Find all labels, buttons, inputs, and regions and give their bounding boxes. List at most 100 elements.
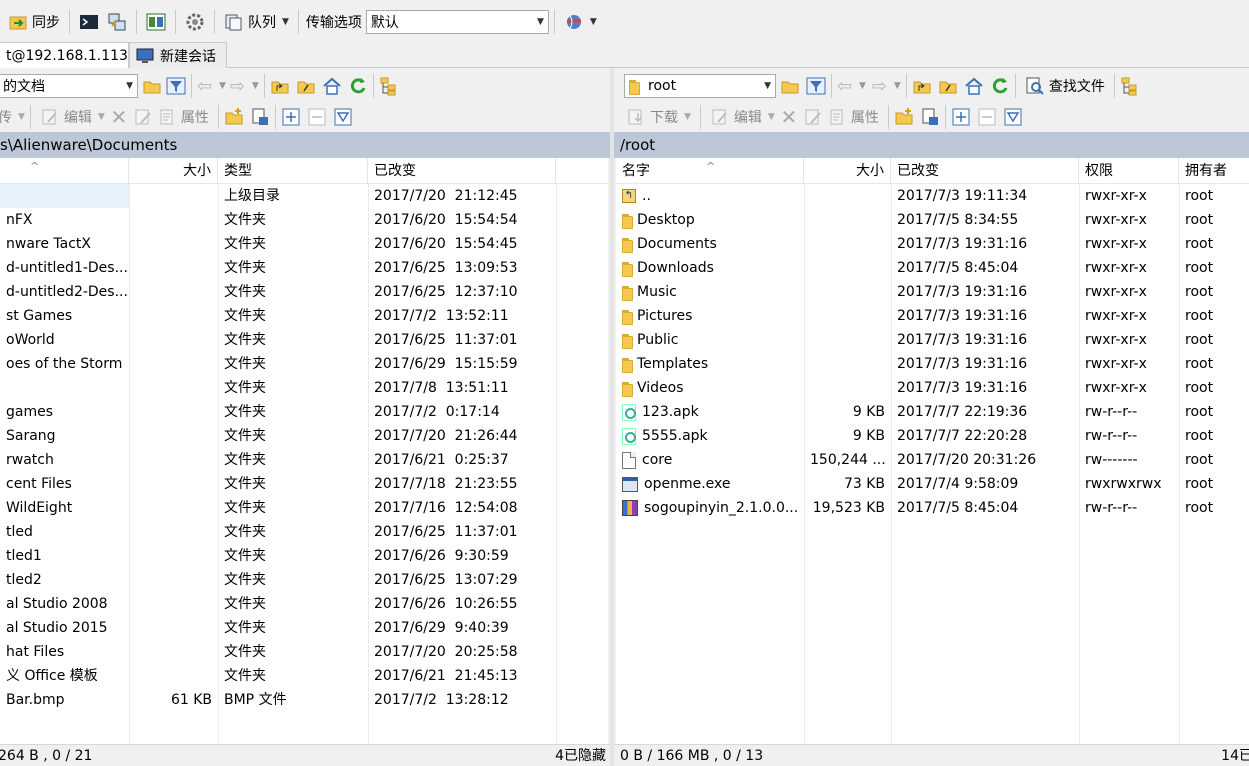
table-row[interactable]: hat Files 文件夹 2017/7/20 20:25:58 <box>0 640 608 664</box>
tab-session[interactable]: t@192.168.1.113 <box>0 42 129 68</box>
chevron-down-icon[interactable]: ▼ <box>282 17 289 27</box>
transfer-options-select[interactable]: 默认 ▼ <box>365 10 549 34</box>
table-row[interactable]: Documents 2017/7/3 19:31:16 rwxr-xr-x root <box>616 232 1249 256</box>
column-header-size[interactable]: 大小 <box>129 158 218 184</box>
rename-icon[interactable] <box>133 107 153 127</box>
upload-label[interactable]: 传 <box>0 107 12 127</box>
new-folder-icon[interactable] <box>224 107 244 127</box>
local-file-list[interactable]: ^ 大小 类型 已改变 上级目录 2017/7/20 21:12:45 nFX 文件夹… <box>0 158 608 744</box>
filter-select-icon[interactable] <box>1003 107 1023 127</box>
table-row[interactable]: Desktop 2017/7/5 8:34:55 rwxr-xr-x root <box>616 208 1249 232</box>
unselect-icon[interactable] <box>977 107 997 127</box>
table-row[interactable]: tled 文件夹 2017/6/25 11:37:01 <box>0 520 608 544</box>
column-header-type[interactable]: 类型 <box>218 158 368 184</box>
rename-icon[interactable] <box>803 107 823 127</box>
select-all-icon[interactable] <box>281 107 301 127</box>
column-header-name[interactable]: ^ <box>0 158 129 184</box>
chevron-down-icon[interactable]: ▼ <box>590 17 597 27</box>
table-row[interactable]: Videos 2017/7/3 19:31:16 rwxr-xr-x root <box>616 376 1249 400</box>
new-folder-icon[interactable] <box>894 107 914 127</box>
delete-icon[interactable]: ✕ <box>109 107 129 127</box>
table-row[interactable]: nware TactX 文件夹 2017/6/20 15:54:45 <box>0 232 608 256</box>
refresh-icon[interactable] <box>990 76 1010 96</box>
chevron-down-icon[interactable]: ▼ <box>252 81 259 91</box>
putty-button[interactable] <box>103 7 131 37</box>
refresh-icon[interactable] <box>348 76 368 96</box>
remote-status-hidden[interactable]: 14已 <box>1221 745 1249 766</box>
compare-button[interactable] <box>142 7 170 37</box>
local-status-hidden[interactable]: 4已隐藏 <box>555 745 606 766</box>
tab-new-session[interactable]: 新建会话 <box>129 42 227 68</box>
open-folder-icon[interactable] <box>142 76 162 96</box>
forward-arrow-icon[interactable]: ⇨ <box>230 76 250 97</box>
table-row[interactable]: WildEight 文件夹 2017/7/16 12:54:08 <box>0 496 608 520</box>
table-row[interactable]: tled2 文件夹 2017/6/25 13:07:29 <box>0 568 608 592</box>
table-row[interactable]: Templates 2017/7/3 19:31:16 rwxr-xr-x root <box>616 352 1249 376</box>
delete-icon[interactable]: ✕ <box>779 107 799 127</box>
column-header-changed[interactable]: 已改变 <box>368 158 556 184</box>
back-arrow-icon[interactable]: ⇦ <box>837 76 857 97</box>
table-row[interactable]: Public 2017/7/3 19:31:16 rwxr-xr-x root <box>616 328 1249 352</box>
root-directory-icon[interactable] <box>938 76 958 96</box>
column-header-name[interactable]: 名字 ^ <box>616 158 804 184</box>
home-icon[interactable] <box>322 76 342 96</box>
table-row[interactable]: Sarang 文件夹 2017/7/20 21:26:44 <box>0 424 608 448</box>
table-row[interactable]: Music 2017/7/3 19:31:16 rwxr-xr-x root <box>616 280 1249 304</box>
table-row[interactable]: tled1 文件夹 2017/6/26 9:30:59 <box>0 544 608 568</box>
new-file-icon[interactable] <box>920 107 940 127</box>
table-row[interactable]: st Games 文件夹 2017/7/2 13:52:11 <box>0 304 608 328</box>
edit-button[interactable]: 编辑 ▼ <box>706 102 779 132</box>
column-header-size[interactable]: 大小 <box>804 158 891 184</box>
filter-icon[interactable] <box>166 76 186 96</box>
sync-button[interactable]: 同步 <box>4 7 64 37</box>
column-header-rights[interactable]: 权限 <box>1079 158 1179 184</box>
table-row[interactable]: Bar.bmp 61 KB BMP 文件 2017/7/2 13:28:12 <box>0 688 608 712</box>
reconnect-button[interactable]: ▼ <box>560 7 601 37</box>
open-folder-icon[interactable] <box>780 76 800 96</box>
table-row[interactable]: nFX 文件夹 2017/6/20 15:54:54 <box>0 208 608 232</box>
parent-directory-icon[interactable] <box>912 76 932 96</box>
chevron-down-icon[interactable]: ▼ <box>894 81 901 91</box>
preferences-button[interactable] <box>181 7 209 37</box>
table-row[interactable]: al Studio 2008 文件夹 2017/6/26 10:26:55 <box>0 592 608 616</box>
table-row[interactable]: d-untitled2-Des... 文件夹 2017/6/25 12:37:10 <box>0 280 608 304</box>
parent-directory-icon[interactable] <box>270 76 290 96</box>
new-file-icon[interactable] <box>250 107 270 127</box>
table-row[interactable]: ↰.. 2017/7/3 19:11:34 rwxr-xr-x root <box>616 184 1249 208</box>
home-icon[interactable] <box>964 76 984 96</box>
download-button[interactable]: 下载 ▼ <box>622 102 695 132</box>
local-location-select[interactable]: 的文档 ▼ <box>0 74 138 98</box>
tree-view-icon[interactable] <box>379 76 399 96</box>
table-row[interactable]: rwatch 文件夹 2017/6/21 0:25:37 <box>0 448 608 472</box>
forward-arrow-icon[interactable]: ⇨ <box>872 76 892 97</box>
chevron-down-icon[interactable]: ▼ <box>859 81 866 91</box>
back-arrow-icon[interactable]: ⇦ <box>197 76 217 97</box>
properties-button[interactable]: 属性 <box>823 102 883 132</box>
table-row[interactable]: openme.exe 73 KB 2017/7/4 9:58:09 rwxrwxrwx… <box>616 472 1249 496</box>
tree-view-icon[interactable] <box>1120 76 1140 96</box>
select-all-icon[interactable] <box>951 107 971 127</box>
filter-icon[interactable] <box>806 76 826 96</box>
table-row[interactable]: 5555.apk 9 KB 2017/7/7 22:20:28 rw-r--r-- ro… <box>616 424 1249 448</box>
table-row[interactable]: oWorld 文件夹 2017/6/25 11:37:01 <box>0 328 608 352</box>
find-files-button[interactable]: 查找文件 <box>1021 71 1109 101</box>
table-row[interactable]: sogoupinyin_2.1.0.0... 19,523 KB 2017/7/5 … <box>616 496 1249 520</box>
column-header-changed[interactable]: 已改变 <box>891 158 1079 184</box>
remote-location-select[interactable]: root ▼ <box>624 74 776 98</box>
queue-button[interactable]: 队列 ▼ <box>220 7 293 37</box>
column-header-extra[interactable] <box>556 158 608 184</box>
table-row[interactable]: d-untitled1-Des... 文件夹 2017/6/25 13:09:53 <box>0 256 608 280</box>
unselect-icon[interactable] <box>307 107 327 127</box>
properties-button[interactable]: 属性 <box>153 102 213 132</box>
remote-file-list[interactable]: 名字 ^ 大小 已改变 权限 拥有者 ↰.. 2017/7/3 19:11:34 rw… <box>616 158 1249 744</box>
table-row[interactable]: 上级目录 2017/7/20 21:12:45 <box>0 184 608 208</box>
table-row[interactable]: Pictures 2017/7/3 19:31:16 rwxr-xr-x root <box>616 304 1249 328</box>
table-row[interactable]: 文件夹 2017/7/8 13:51:11 <box>0 376 608 400</box>
table-row[interactable]: Downloads 2017/7/5 8:45:04 rwxr-xr-x root <box>616 256 1249 280</box>
table-row[interactable]: 123.apk 9 KB 2017/7/7 22:19:36 rw-r--r-- roo… <box>616 400 1249 424</box>
table-row[interactable]: games 文件夹 2017/7/2 0:17:14 <box>0 400 608 424</box>
filter-select-icon[interactable] <box>333 107 353 127</box>
chevron-down-icon[interactable]: ▼ <box>219 81 226 91</box>
terminal-button[interactable] <box>75 7 103 37</box>
table-row[interactable]: al Studio 2015 文件夹 2017/6/29 9:40:39 <box>0 616 608 640</box>
